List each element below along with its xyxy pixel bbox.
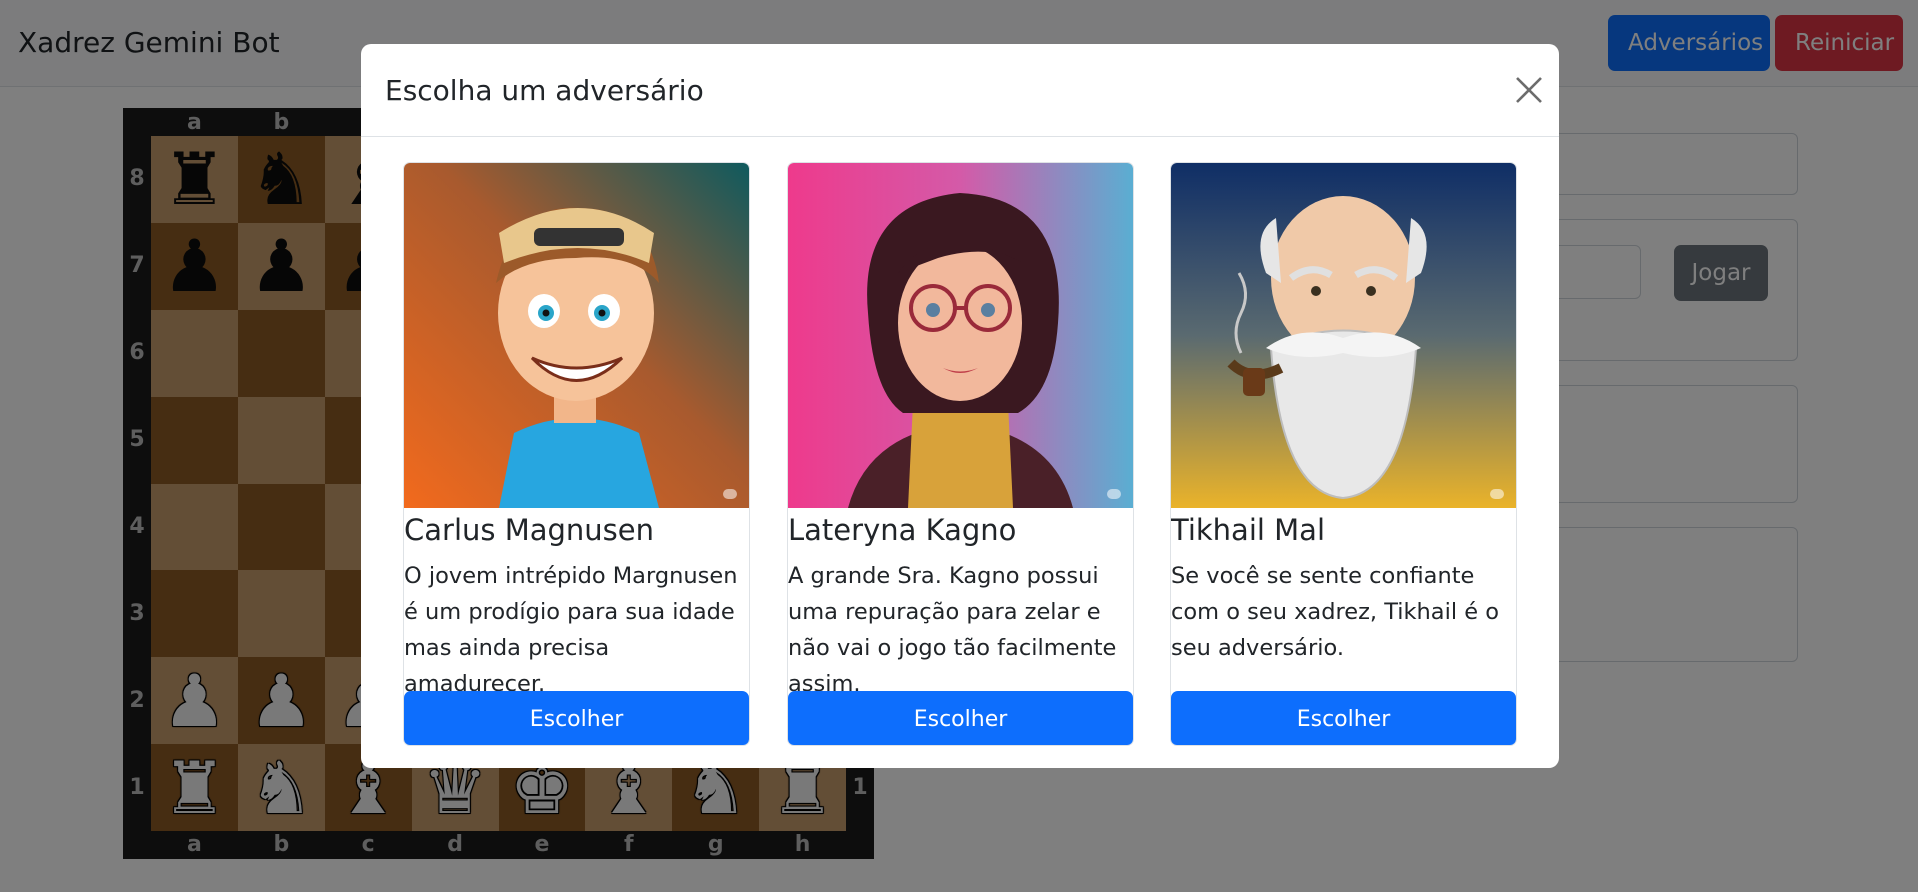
opponent-avatar — [1171, 163, 1516, 508]
ai-badge — [723, 489, 737, 499]
close-icon — [1516, 77, 1542, 103]
ai-badge — [1107, 489, 1121, 499]
opponent-description: Se você se sente confiante com o seu xad… — [1171, 563, 1499, 661]
cartoon-boy-cap-avatar — [404, 163, 749, 508]
modal-header: Escolha um adversário — [361, 44, 1559, 137]
opponent-avatar — [788, 163, 1133, 508]
opponent-name: Lateryna Kagno — [788, 513, 1017, 547]
opponent-avatar — [404, 163, 749, 508]
opponent-name: Carlus Magnusen — [404, 513, 654, 547]
ai-badge — [1490, 489, 1504, 499]
opponent-card: Carlus Magnusen O jovem intrépido Margnu… — [403, 162, 750, 746]
cartoon-old-man-pipe-avatar — [1171, 163, 1516, 508]
opponent-modal: Escolha um adversário Carlus Magnusen O … — [361, 44, 1559, 768]
choose-button[interactable]: Escolher — [404, 691, 749, 745]
choose-button[interactable]: Escolher — [788, 691, 1133, 745]
opponent-card: Tikhail Mal Se você se sente confiante c… — [1170, 162, 1517, 746]
opponent-name: Tikhail Mal — [1171, 513, 1326, 547]
modal-title: Escolha um adversário — [385, 74, 704, 107]
cartoon-woman-glasses-avatar — [788, 163, 1133, 508]
close-button[interactable] — [1511, 72, 1547, 108]
opponent-description: O jovem intrépido Margnusen é um prodígi… — [404, 563, 738, 697]
opponent-description: A grande Sra. Kagno possui uma repuração… — [788, 563, 1117, 697]
choose-button[interactable]: Escolher — [1171, 691, 1516, 745]
opponent-card: Lateryna Kagno A grande Sra. Kagno possu… — [787, 162, 1134, 746]
